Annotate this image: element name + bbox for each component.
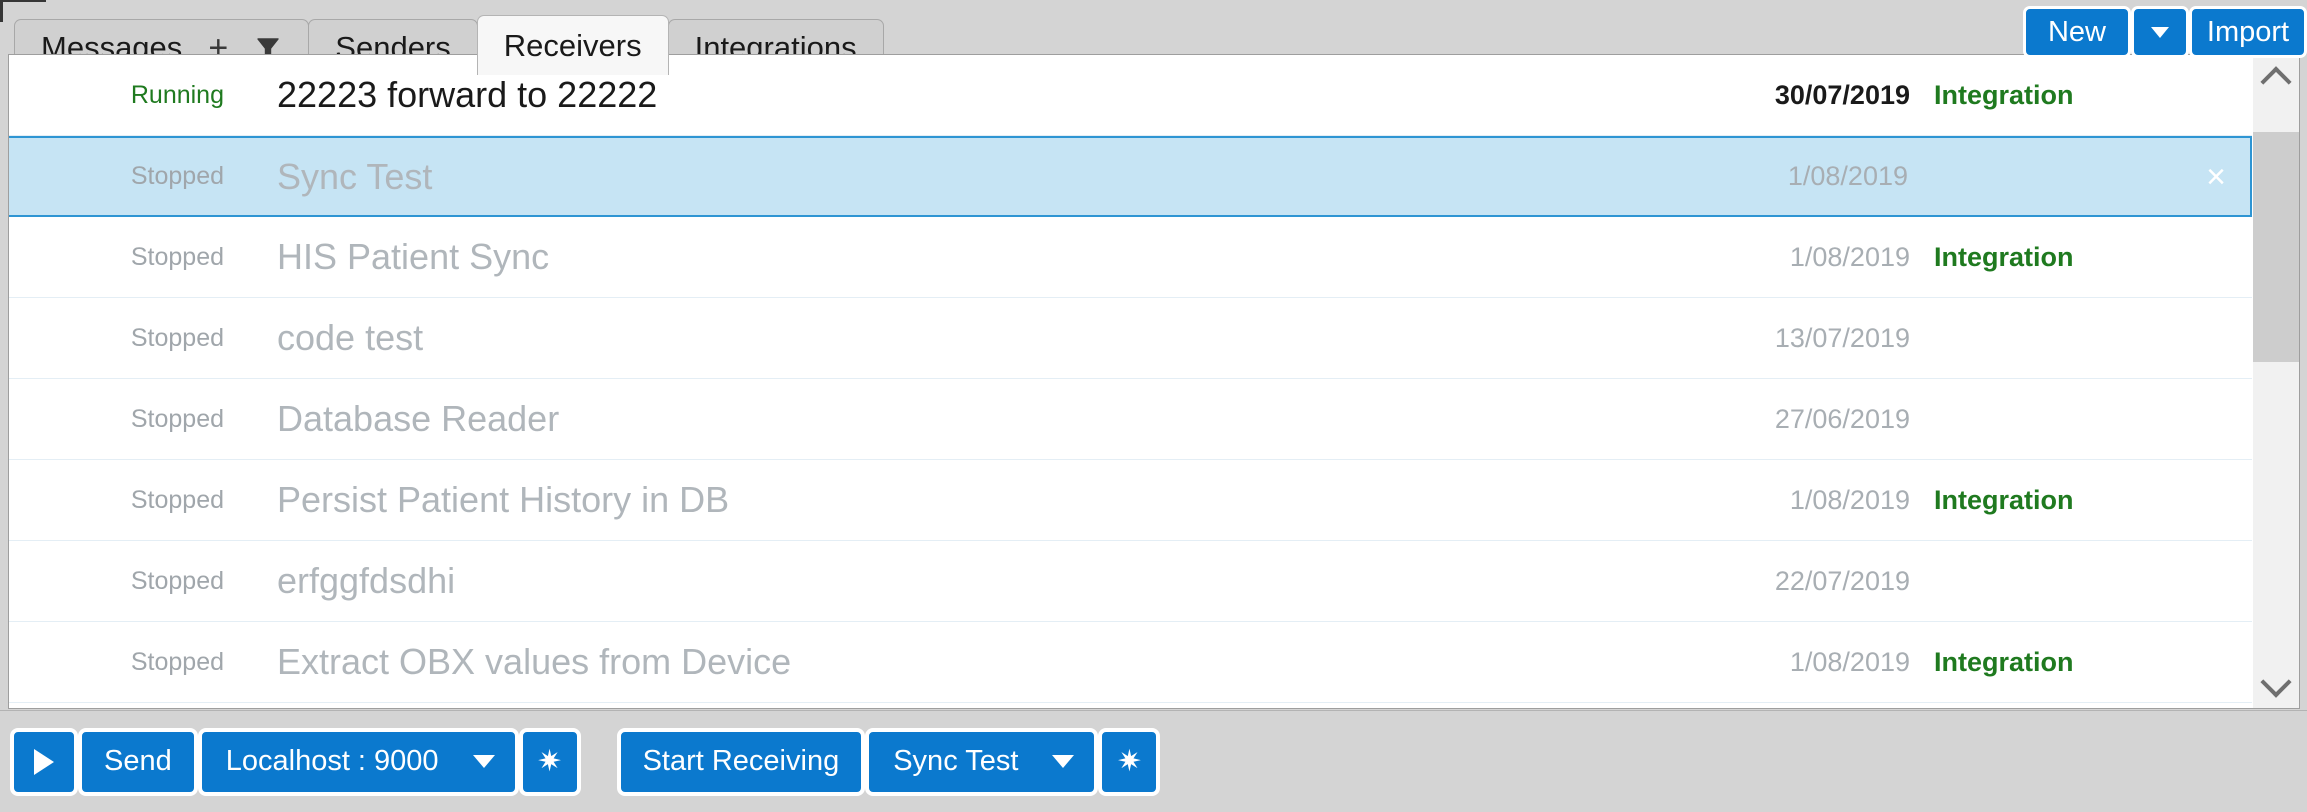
row-type: Integration	[1934, 484, 2074, 515]
row-name: HIS Patient Sync	[277, 236, 550, 277]
row-close-icon[interactable]: ×	[2182, 160, 2250, 194]
row-date: 1/08/2019	[1789, 646, 1910, 677]
row-date: 1/08/2019	[1789, 484, 1910, 515]
row-date: 27/06/2019	[1774, 403, 1910, 434]
receivers-list: Running 22223 forward to 22222 30/07/201…	[9, 55, 2252, 708]
table-row[interactable]: Stopped Database Reader 27/06/2019 ×	[9, 379, 2252, 460]
import-button[interactable]: Import	[2189, 6, 2307, 58]
tab-receivers[interactable]: Receivers	[476, 15, 669, 75]
row-name: erfggfdsdhi	[277, 560, 456, 601]
table-row[interactable]: Stopped HIS Patient Sync 1/08/2019 Integ…	[9, 217, 2252, 298]
row-date: 22/07/2019	[1774, 565, 1910, 596]
row-name: Sync Test	[277, 155, 433, 197]
row-date: 1/08/2019	[1789, 241, 1910, 272]
endpoint-dropdown[interactable]: Localhost : 9000	[197, 727, 519, 796]
table-row[interactable]: Stopped Sync Test 1/08/2019 ×	[9, 136, 2252, 217]
table-row[interactable]: Stopped Persist Patient History in DB 1/…	[9, 460, 2252, 541]
tab-receivers-label: Receivers	[503, 28, 642, 63]
table-row[interactable]: Stopped erfggfdsdhi 22/07/2019 ×	[9, 541, 2252, 622]
row-status: Stopped	[130, 323, 224, 352]
row-status: Stopped	[130, 647, 224, 676]
scroll-up-button[interactable]	[2253, 55, 2299, 102]
chevron-down-icon	[2151, 26, 2169, 38]
row-type: Integration	[1934, 646, 2074, 677]
row-status: Stopped	[130, 242, 224, 271]
receive-group: Start Receiving Sync Test ✷	[616, 727, 1161, 796]
chevron-down-icon	[472, 755, 495, 768]
chevron-down-icon	[1052, 755, 1075, 768]
row-name: Extract OBX values from Device	[277, 641, 792, 682]
gear-icon: ✷	[1116, 745, 1142, 778]
table-row[interactable]: Stopped Extract OBX values from Device 1…	[9, 622, 2252, 703]
send-button[interactable]: Send	[78, 727, 198, 796]
row-status: Stopped	[130, 162, 224, 190]
new-button[interactable]: New	[2023, 6, 2131, 58]
scrollbar-track[interactable]	[2253, 102, 2299, 661]
row-name: 22223 forward to 22222	[277, 74, 658, 115]
chevron-up-icon	[2260, 65, 2292, 97]
receive-settings-button[interactable]: ✷	[1098, 727, 1161, 796]
application-window: Messages + Senders Receivers Integration…	[0, 0, 2307, 812]
row-status: Stopped	[130, 566, 224, 595]
row-status: Stopped	[130, 404, 224, 433]
chevron-down-icon	[2260, 666, 2292, 698]
receivers-list-panel: Running 22223 forward to 22222 30/07/201…	[8, 54, 2300, 709]
scrollbar-thumb[interactable]	[2253, 132, 2299, 362]
send-play-button[interactable]	[10, 727, 78, 796]
row-status: Running	[130, 80, 224, 109]
send-settings-button[interactable]: ✷	[518, 727, 581, 796]
start-receiving-button[interactable]: Start Receiving	[616, 727, 866, 796]
receiver-dropdown[interactable]: Sync Test	[865, 727, 1099, 796]
play-icon	[34, 748, 54, 775]
endpoint-value: Localhost : 9000	[225, 745, 439, 777]
top-action-buttons: New Import	[2023, 6, 2307, 58]
row-date: 1/08/2019	[1787, 161, 1908, 191]
row-status: Stopped	[130, 485, 224, 514]
row-name: Persist Patient History in DB	[277, 479, 730, 520]
row-date: 30/07/2019	[1774, 79, 1910, 110]
table-row[interactable]: Running 22223 forward to 22222 30/07/201…	[9, 55, 2252, 136]
scroll-down-button[interactable]	[2253, 661, 2299, 708]
vertical-scrollbar[interactable]	[2252, 55, 2299, 708]
bottom-toolbar: Send Localhost : 9000 ✷ Start Receiving …	[0, 710, 2307, 812]
table-row[interactable]: Stopped code test 13/07/2019 ×	[9, 298, 2252, 379]
gear-icon: ✷	[536, 745, 563, 778]
receiver-value: Sync Test	[893, 745, 1019, 777]
row-date: 13/07/2019	[1774, 322, 1910, 353]
row-type: Integration	[1934, 241, 2074, 272]
row-type: Integration	[1934, 79, 2074, 110]
send-group: Send Localhost : 9000 ✷	[10, 727, 581, 796]
row-name: Database Reader	[277, 398, 560, 439]
new-dropdown-button[interactable]	[2131, 6, 2189, 58]
row-name: code test	[277, 317, 424, 358]
